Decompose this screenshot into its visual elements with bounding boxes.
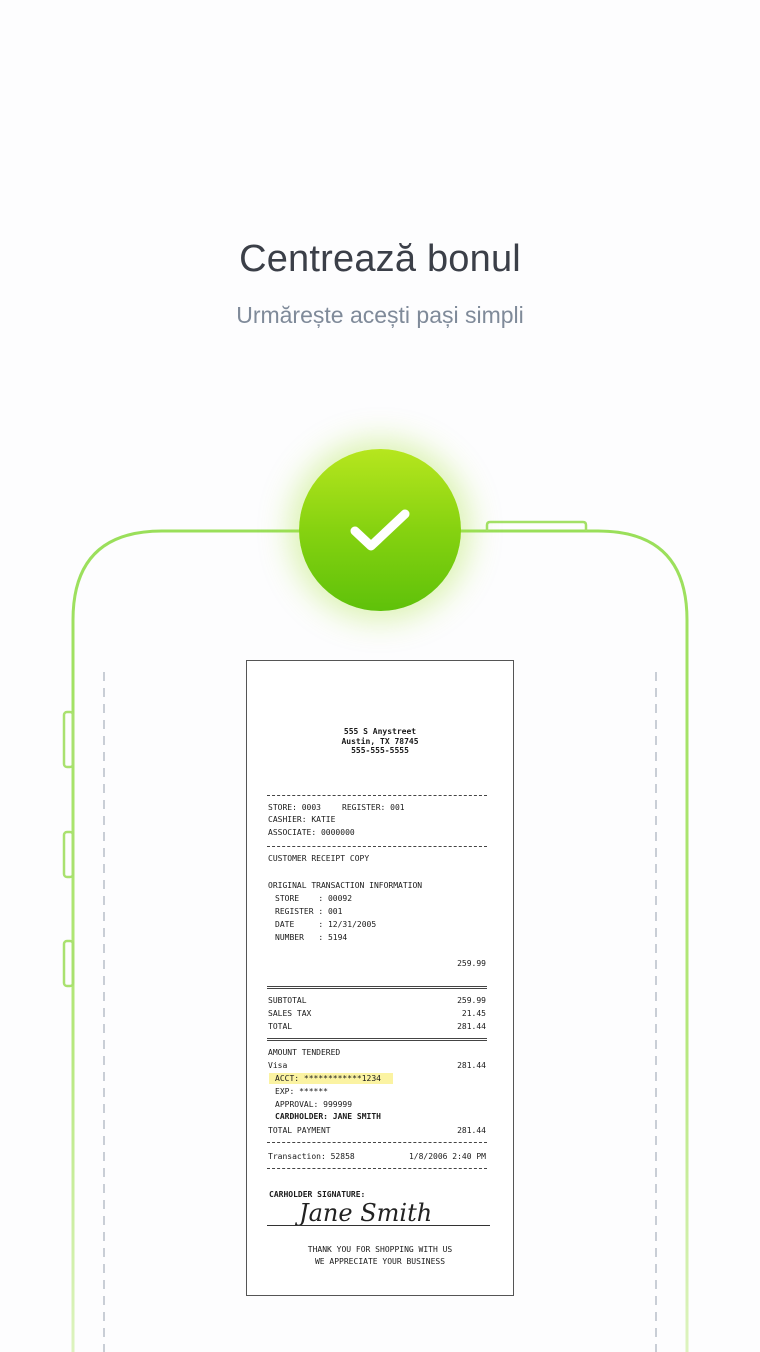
receipt-orig-date: DATE : 12/31/2005 xyxy=(275,920,377,929)
receipt-signature-label: CARHOLDER SIGNATURE: xyxy=(269,1190,366,1199)
receipt-total-label: TOTAL xyxy=(268,1022,293,1031)
receipt-tendered-label: AMOUNT TENDERED xyxy=(268,1048,341,1057)
receipt-transaction: Transaction: 52858 xyxy=(268,1152,355,1161)
receipt-store: STORE: 0003 xyxy=(268,803,321,812)
receipt-thanks: WE APPRECIATE YOUR BUSINESS xyxy=(314,1257,446,1266)
receipt-orig-header: ORIGINAL TRANSACTION INFORMATION xyxy=(268,881,423,890)
receipt-divider xyxy=(267,846,487,847)
receipt-divider xyxy=(267,1142,487,1143)
receipt-divider xyxy=(267,1168,487,1169)
receipt-cardholder: CARDHOLDER: JANE SMITH xyxy=(275,1112,381,1121)
receipt-address-line: Austin, TX 78745 xyxy=(341,737,419,746)
check-button[interactable] xyxy=(299,449,461,611)
receipt-copy-label: CUSTOMER RECEIPT COPY xyxy=(268,854,370,863)
receipt-payment: 281.44 xyxy=(457,1126,486,1135)
receipt-tax-label: SALES TAX xyxy=(268,1009,312,1018)
receipt-card-type: Visa xyxy=(268,1061,288,1070)
receipt-divider xyxy=(267,986,487,989)
receipt-orig-register: REGISTER : 001 xyxy=(275,907,343,916)
receipt-address-line: 555 S Anystreet xyxy=(343,727,417,736)
receipt-address-line: 555-555-5555 xyxy=(351,746,409,755)
receipt-payment-label: TOTAL PAYMENT xyxy=(268,1126,331,1135)
receipt-associate: ASSOCIATE: 0000000 xyxy=(268,828,355,837)
receipt-datetime: 1/8/2006 2:40 PM xyxy=(408,1152,486,1161)
receipt-subtotal-label: SUBTOTAL xyxy=(268,996,307,1005)
receipt-subtotal: 259.99 xyxy=(457,996,486,1005)
receipt-orig-store: STORE : 00092 xyxy=(275,894,353,903)
receipt-signature: Jane Smith xyxy=(299,1199,433,1227)
receipt-image: 555 S Anystreet Austin, TX 78745 555-555… xyxy=(246,660,514,1296)
receipt-item-amount: 259.99 xyxy=(457,959,486,968)
receipt-register: REGISTER: 001 xyxy=(342,803,405,812)
receipt-signature-line xyxy=(267,1225,490,1226)
receipt-total: 281.44 xyxy=(457,1022,486,1031)
receipt-card-amount: 281.44 xyxy=(457,1061,486,1070)
receipt-divider xyxy=(267,1038,487,1041)
receipt-thanks: THANK YOU FOR SHOPPING WITH US xyxy=(307,1245,453,1254)
receipt-cashier: CASHIER: KATIE xyxy=(268,815,336,824)
receipt-acct-highlight: ACCT: ************1234 xyxy=(269,1073,393,1084)
receipt-tax: 21.45 xyxy=(461,1009,486,1018)
receipt-approval: APPROVAL: 999999 xyxy=(275,1100,353,1109)
checkmark-icon xyxy=(350,509,410,551)
receipt-exp: EXP: ****** xyxy=(275,1087,328,1096)
receipt-acct: ACCT: ************1234 xyxy=(269,1073,393,1084)
receipt-orig-number: NUMBER : 5194 xyxy=(275,933,348,942)
receipt-divider xyxy=(267,795,487,796)
